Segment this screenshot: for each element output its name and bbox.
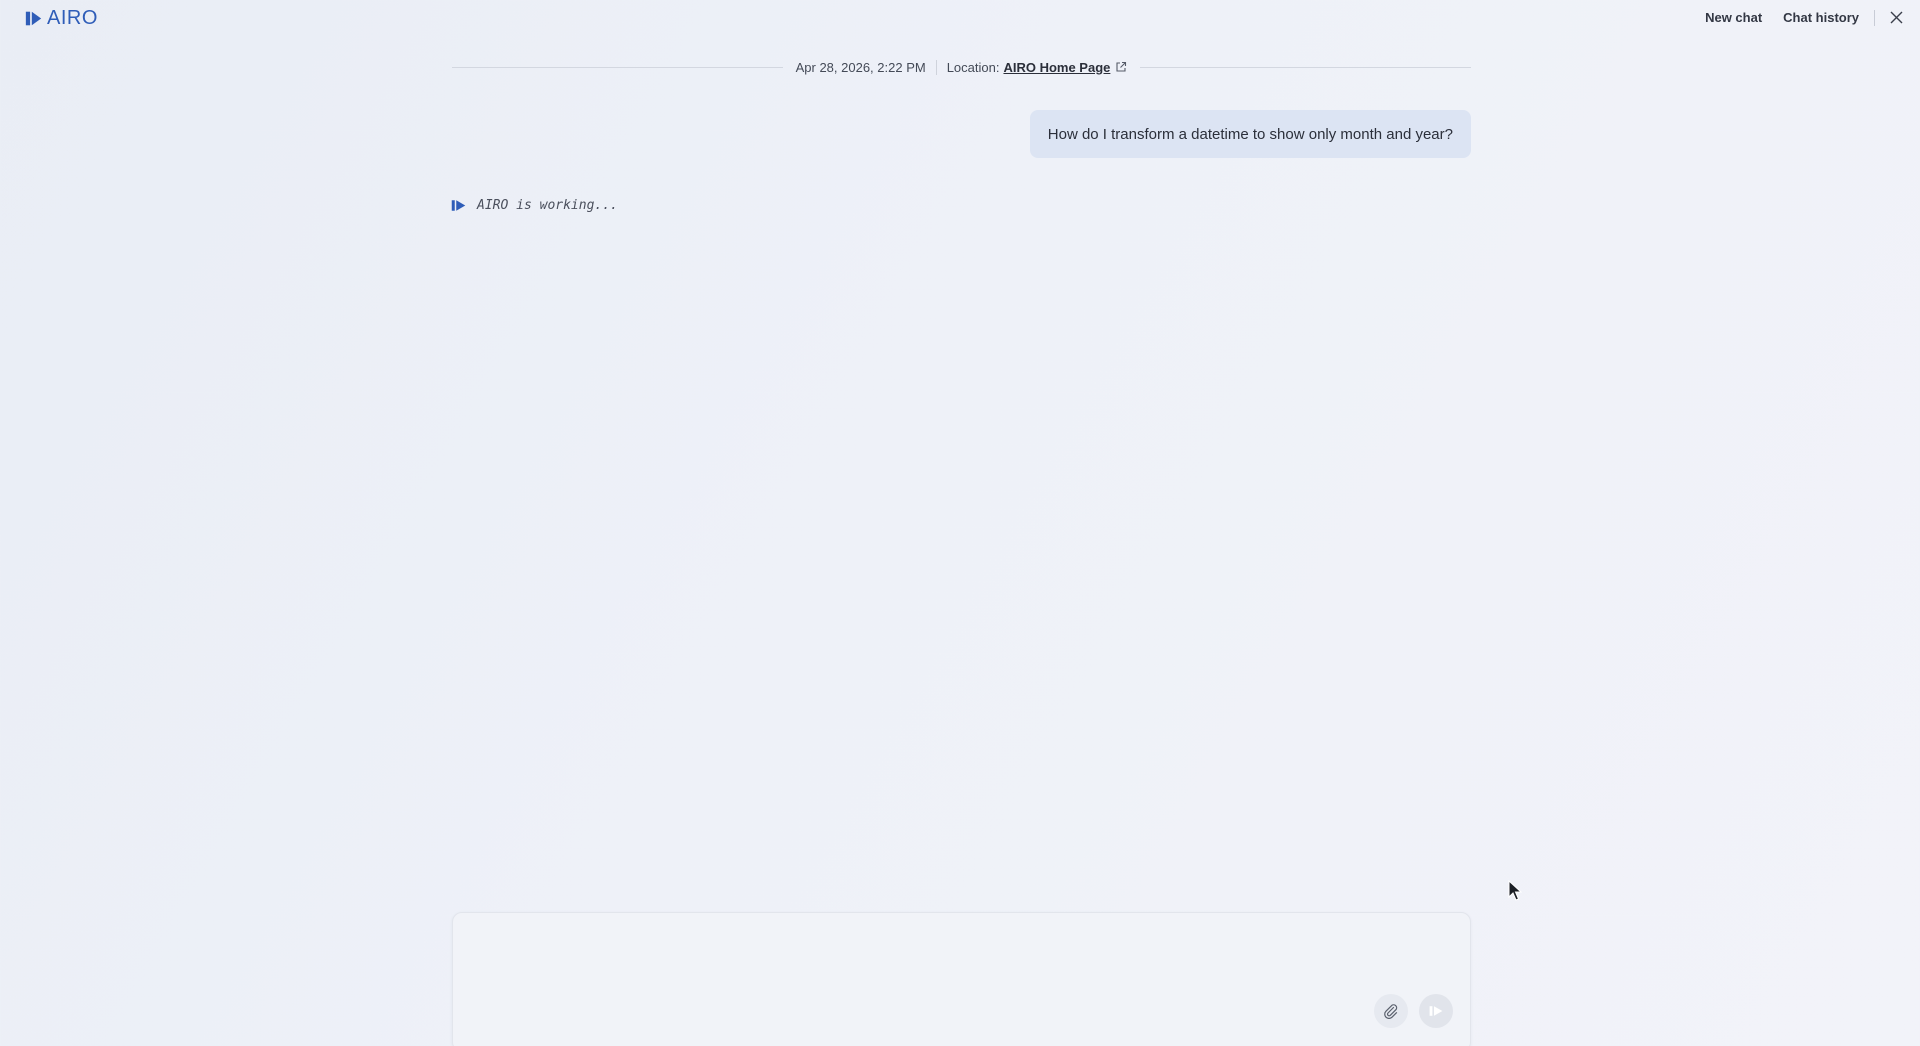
mouse-cursor-icon — [1508, 880, 1522, 901]
header-divider — [1874, 9, 1875, 26]
send-icon — [1429, 1006, 1443, 1016]
top-bar: AIRO New chat Chat history — [0, 0, 1920, 36]
brand-name: AIRO — [47, 7, 98, 29]
conversation-timestamp: Apr 28, 2026, 2:22 PM — [795, 59, 926, 75]
message-input[interactable] — [471, 929, 1435, 1003]
airo-avatar-icon — [451, 200, 466, 211]
conversation-meta: Apr 28, 2026, 2:22 PM Location: AIRO Hom… — [452, 57, 1471, 77]
meta-divider-left — [452, 66, 783, 68]
airo-logo-icon — [25, 11, 42, 26]
message-composer — [452, 912, 1471, 1046]
paperclip-icon — [1384, 1004, 1398, 1019]
attach-button[interactable] — [1374, 994, 1408, 1028]
location-link[interactable]: AIRO Home Page — [1003, 60, 1110, 75]
meta-divider-right — [1140, 66, 1471, 68]
user-message-text: How do I transform a datetime to show on… — [1047, 125, 1453, 143]
user-message-bubble: How do I transform a datetime to show on… — [1029, 110, 1471, 158]
meta-separator — [935, 59, 937, 75]
assistant-status: AIRO is working... — [451, 198, 618, 213]
close-icon — [1890, 11, 1902, 24]
chat-history-button[interactable]: Chat history — [1783, 8, 1859, 27]
external-link-icon[interactable] — [1115, 61, 1127, 73]
send-button[interactable] — [1419, 994, 1453, 1028]
close-button[interactable] — [1888, 10, 1904, 26]
location-label: Location: — [946, 59, 1000, 75]
header-actions: New chat Chat history — [1705, 8, 1904, 27]
status-text: AIRO is working... — [477, 198, 618, 213]
new-chat-button[interactable]: New chat — [1705, 8, 1762, 27]
brand[interactable]: AIRO — [25, 7, 98, 30]
